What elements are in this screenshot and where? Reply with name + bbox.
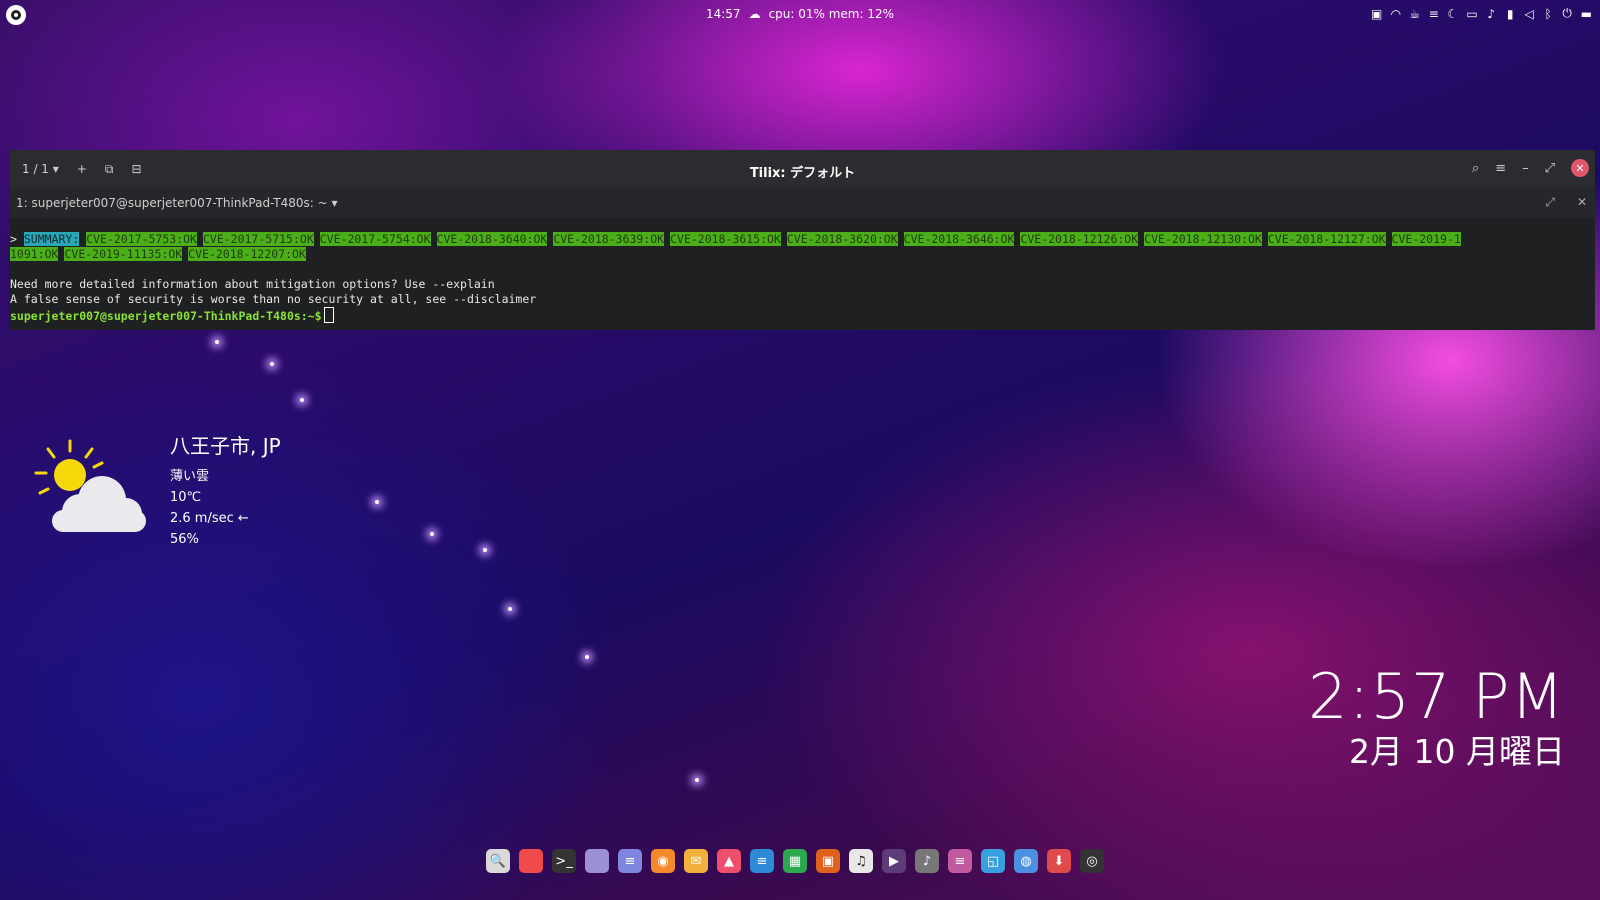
cve-status-badge: CVE-2018-3639:OK — [553, 232, 665, 246]
settings-app-icon[interactable]: ≡ — [948, 849, 972, 873]
volume-icon[interactable]: ◁ — [1524, 7, 1535, 21]
video-app-icon[interactable]: ▶ — [882, 849, 906, 873]
sparkle — [300, 398, 304, 402]
shell-prompt: superjeter007@superjeter007-ThinkPad-T48… — [10, 309, 322, 323]
minimize-icon[interactable]: – — [1522, 161, 1529, 176]
sparkle — [375, 500, 379, 504]
cve-status-badge: CVE-2019-11135:OK — [64, 247, 183, 261]
mail-app-icon[interactable]: ✉ — [684, 849, 708, 873]
cloud-icon — [52, 476, 146, 532]
maximize-icon[interactable]: ⤢ — [1545, 161, 1555, 176]
weather-city: 八王子市, JP — [170, 434, 281, 458]
sparkle — [483, 548, 487, 552]
prompt-marker: > — [10, 232, 24, 246]
sparkle — [695, 778, 699, 782]
sparkle — [270, 362, 274, 366]
menu-icon[interactable]: ≡ — [1495, 161, 1506, 176]
close-terminal-icon[interactable]: ✕ — [1577, 195, 1587, 210]
system-app-icon[interactable]: ◎ — [1080, 849, 1104, 873]
tilix-terminal-window[interactable]: 1 / 1 ▾ + ⧉ ⊟ Tilix: デフォルト ⌕ ≡ – ⤢ ✕ 1: … — [10, 150, 1595, 330]
audio-editor-app-icon[interactable]: ♪ — [915, 849, 939, 873]
cve-status-badge: CVE-2018-12126:OK — [1020, 232, 1139, 246]
window-title: Tilix: デフォルト — [749, 166, 856, 181]
panel-center: 14:57 ☁ cpu: 01% mem: 12% — [0, 7, 1600, 21]
sparkle — [508, 607, 512, 611]
search-app-icon[interactable]: 🔍 — [486, 849, 510, 873]
browser-app-icon[interactable]: ◍ — [1014, 849, 1038, 873]
system-tray: ▣ ◠ ☕ ≡ ☾ ▭ ♪ ▮ ◁ ᛒ ⏻ ▬ — [1371, 6, 1592, 21]
terminal-titlebar[interactable]: 1 / 1 ▾ + ⧉ ⊟ Tilix: デフォルト ⌕ ≡ – ⤢ ✕ — [10, 150, 1595, 188]
close-icon[interactable]: ✕ — [1571, 159, 1589, 177]
calendar-icon[interactable]: ▭ — [1466, 7, 1477, 21]
cve-status-badge: CVE-2019-1 — [1391, 232, 1461, 246]
cve-status-badge: CVE-2018-3646:OK — [903, 232, 1015, 246]
cve-status-badge: CVE-2018-3615:OK — [670, 232, 781, 246]
cve-status-badge: CVE-2018-3620:OK — [786, 232, 898, 246]
prompt-line[interactable]: superjeter007@superjeter007-ThinkPad-T48… — [10, 307, 1595, 324]
session-label[interactable]: 1: superjeter007@superjeter007-ThinkPad-… — [10, 196, 338, 210]
power-icon[interactable]: ⏻ — [1562, 6, 1573, 21]
photos-app-icon[interactable]: ▲ — [717, 849, 741, 873]
calc-app-icon[interactable]: ▦ — [783, 849, 807, 873]
explain-message: Need more detailed information about mit… — [10, 277, 495, 291]
summary-label: SUMMARY: — [23, 232, 80, 246]
moon-icon[interactable]: ☾ — [1447, 7, 1458, 21]
text-cursor — [323, 307, 334, 323]
maximize-terminal-icon[interactable]: ⤢ — [1545, 195, 1555, 210]
files-app-icon[interactable] — [585, 849, 609, 873]
weather-humidity: 56% — [170, 532, 199, 547]
sparkle — [430, 532, 434, 536]
terminal-app-icon[interactable]: >_ — [552, 849, 576, 873]
cve-status-badge: CVE-2017-5715:OK — [202, 232, 314, 246]
music-app-icon[interactable]: ♫ — [849, 849, 873, 873]
impress-app-icon[interactable]: ▣ — [816, 849, 840, 873]
weather-wind: 2.6 m/sec ← — [170, 511, 249, 526]
system-stats: cpu: 01% mem: 12% — [768, 7, 895, 21]
sparkle — [215, 340, 219, 344]
battery-icon[interactable]: ▮ — [1505, 7, 1516, 21]
coffee-icon[interactable]: ☕ — [1409, 7, 1420, 21]
cloud-icon: ☁ — [748, 7, 761, 21]
desktop-clock: 2:57 PM 2月 10 月曜日 — [1308, 660, 1565, 773]
summary-line-1: > SUMMARY: CVE-2017-5753:OK CVE-2017-5715… — [10, 232, 1595, 247]
cve-status-badge: CVE-2017-5754:OK — [319, 232, 431, 246]
window-icon[interactable]: ▬ — [1581, 7, 1592, 21]
text-editor-app-icon[interactable]: ≡ — [618, 849, 642, 873]
weather-condition: 薄い雲 — [170, 469, 210, 484]
disclaimer-message: A false sense of security is worse than … — [10, 292, 537, 306]
cve-status-badge: CVE-2018-12130:OK — [1144, 232, 1262, 246]
clock-time: 2:57 PM — [1308, 660, 1565, 733]
window-manager-app-icon[interactable]: ◱ — [981, 849, 1005, 873]
cve-status-badge: CVE-2018-12127:OK — [1267, 232, 1386, 246]
panel-clock[interactable]: 14:57 — [706, 7, 741, 21]
cve-status-badge: CVE-2018-3640:OK — [436, 232, 548, 246]
cve-status-badge: 1091:OK — [10, 247, 59, 261]
session-bar[interactable]: 1: superjeter007@superjeter007-ThinkPad-… — [10, 188, 1595, 218]
bluetooth-icon[interactable]: ᛒ — [1543, 7, 1554, 21]
top-panel: 14:57 ☁ cpu: 01% mem: 12% ▣ ◠ ☕ ≡ ☾ ▭ ♪ ▮ … — [0, 0, 1600, 30]
wifi-icon[interactable]: ◠ — [1390, 7, 1401, 21]
list-icon[interactable]: ≡ — [1428, 7, 1439, 21]
cve-status-badge: CVE-2018-12207:OK — [188, 247, 306, 261]
summary-line-2: 1091:OK CVE-2019-11135:OK CVE-2018-12207:O… — [10, 247, 1595, 262]
cve-status-badge: CVE-2017-5753:OK — [86, 232, 197, 246]
terminal-output[interactable]: > SUMMARY: CVE-2017-5753:OK CVE-2017-5715… — [10, 218, 1595, 324]
firefox-app-icon[interactable]: ◉ — [651, 849, 675, 873]
app-icon[interactable]: ▣ — [1371, 7, 1382, 21]
search-icon[interactable]: ⌕ — [1472, 161, 1479, 176]
weather-temperature: 10℃ — [170, 490, 202, 505]
calendar-app-icon[interactable] — [519, 849, 543, 873]
software-center-app-icon[interactable]: ⬇ — [1047, 849, 1071, 873]
bell-icon[interactable]: ♪ — [1486, 7, 1497, 21]
sparkle — [585, 655, 589, 659]
writer-app-icon[interactable]: ≡ — [750, 849, 774, 873]
dock: 🔍 >_ ≡ ◉ ✉ ▲ ≡ ▦ ▣ ♫ ▶ ♪ ≡ ◱ ◍ ⬇ ◎ — [486, 849, 1104, 873]
